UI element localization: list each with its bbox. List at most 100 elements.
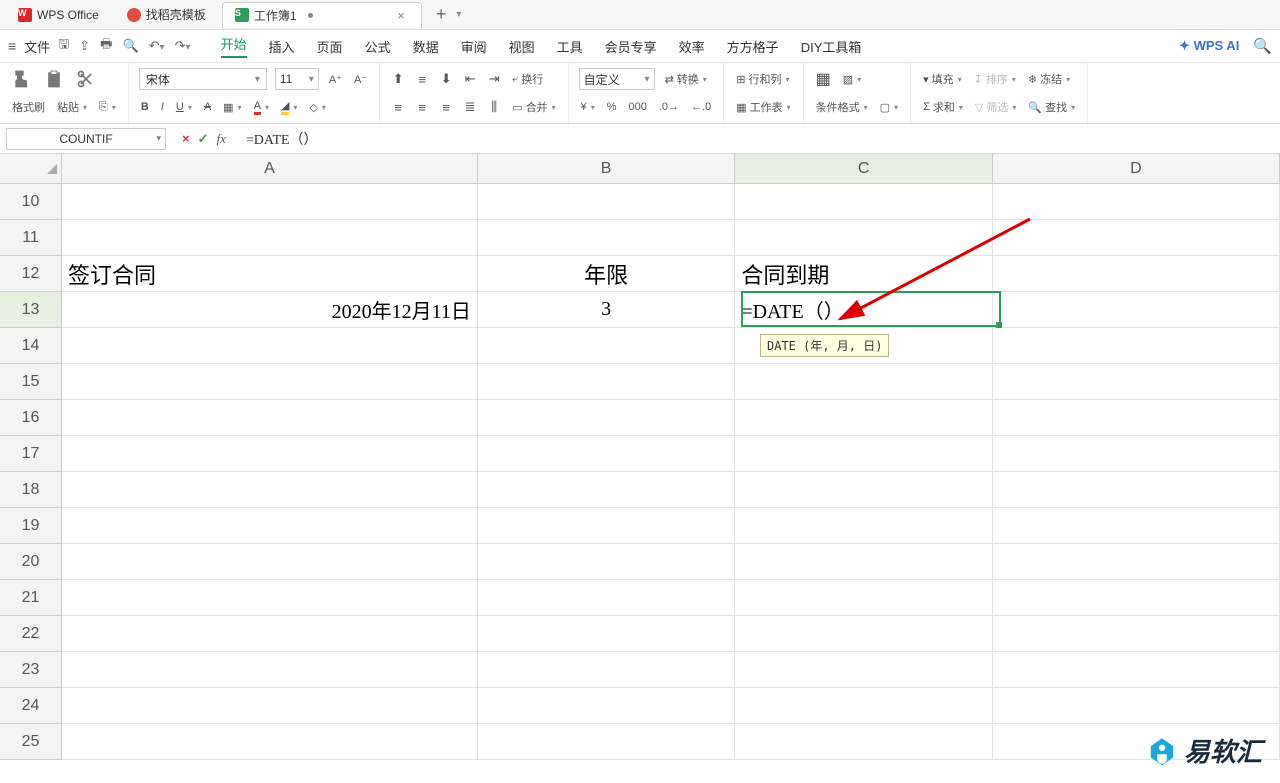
cell-B17[interactable] bbox=[478, 436, 735, 471]
cut-icon[interactable] bbox=[74, 68, 98, 90]
align-left-icon[interactable]: ≡ bbox=[390, 99, 406, 115]
cell-D19[interactable] bbox=[993, 508, 1280, 543]
confirm-formula-button[interactable]: ✓ bbox=[198, 131, 209, 147]
cell-C15[interactable] bbox=[735, 364, 992, 399]
cond-format-button[interactable]: 条件格式▾ bbox=[814, 98, 870, 116]
table-style-icon[interactable]: ▦ bbox=[814, 68, 833, 90]
col-header-C[interactable]: C bbox=[735, 154, 992, 183]
row-headers[interactable]: 10111213141516171819202122232425 bbox=[0, 184, 62, 760]
col-header-B[interactable]: B bbox=[478, 154, 735, 183]
menu-page[interactable]: 页面 bbox=[317, 37, 343, 56]
row-header-17[interactable]: 17 bbox=[0, 436, 61, 472]
cell-C23[interactable] bbox=[735, 652, 992, 687]
name-box[interactable]: COUNTIF ▾ bbox=[6, 128, 166, 150]
align-bottom-icon[interactable]: ⬇ bbox=[438, 71, 454, 87]
comma-button[interactable]: 000 bbox=[627, 100, 649, 114]
col-header-D[interactable]: D bbox=[993, 154, 1280, 183]
cell-A19[interactable] bbox=[62, 508, 478, 543]
cell-D24[interactable] bbox=[993, 688, 1280, 723]
cell-B13[interactable]: 3 bbox=[478, 292, 735, 327]
cell-A22[interactable] bbox=[62, 616, 478, 651]
cell-B19[interactable] bbox=[478, 508, 735, 543]
freeze-button[interactable]: ❄ 冻结▾ bbox=[1026, 70, 1072, 88]
cell-A23[interactable] bbox=[62, 652, 478, 687]
row-header-11[interactable]: 11 bbox=[0, 220, 61, 256]
cell-B16[interactable] bbox=[478, 400, 735, 435]
cell-B25[interactable] bbox=[478, 724, 735, 759]
cell-A20[interactable] bbox=[62, 544, 478, 579]
cell-C17[interactable] bbox=[735, 436, 992, 471]
app-tab-wps[interactable]: W WPS Office bbox=[6, 4, 111, 26]
format-painter-label[interactable]: 格式刷 bbox=[10, 98, 47, 116]
fill-color-button[interactable]: ◢▾ bbox=[279, 98, 299, 116]
percent-button[interactable]: % bbox=[605, 100, 619, 114]
find-button[interactable]: 🔍 查找▾ bbox=[1026, 98, 1077, 116]
insert-function-button[interactable]: fx bbox=[217, 131, 226, 147]
tab-list-button[interactable]: ▾ bbox=[456, 9, 461, 20]
select-all-corner[interactable] bbox=[0, 154, 62, 184]
cell-D21[interactable] bbox=[993, 580, 1280, 615]
cell-A17[interactable] bbox=[62, 436, 478, 471]
cell-D23[interactable] bbox=[993, 652, 1280, 687]
decrease-font-button[interactable]: A⁻ bbox=[352, 72, 369, 87]
cell-D20[interactable] bbox=[993, 544, 1280, 579]
cell-C19[interactable] bbox=[735, 508, 992, 543]
menu-start[interactable]: 开始 bbox=[221, 34, 247, 58]
cell-B11[interactable] bbox=[478, 220, 735, 255]
menu-formula[interactable]: 公式 bbox=[365, 37, 391, 56]
undo-button[interactable]: ↶▾ bbox=[149, 38, 165, 54]
cell-A11[interactable] bbox=[62, 220, 478, 255]
cell-C20[interactable] bbox=[735, 544, 992, 579]
cell-C24[interactable] bbox=[735, 688, 992, 723]
cell-B21[interactable] bbox=[478, 580, 735, 615]
cell-A16[interactable] bbox=[62, 400, 478, 435]
cell-A25[interactable] bbox=[62, 724, 478, 759]
sum-button[interactable]: Σ 求和▾ bbox=[921, 98, 965, 116]
row-header-16[interactable]: 16 bbox=[0, 400, 61, 436]
cell-B24[interactable] bbox=[478, 688, 735, 723]
cell-D15[interactable] bbox=[993, 364, 1280, 399]
spreadsheet-grid[interactable]: ABCD 10111213141516171819202122232425 签订… bbox=[0, 154, 1280, 783]
cell-B18[interactable] bbox=[478, 472, 735, 507]
cell-B15[interactable] bbox=[478, 364, 735, 399]
styles-button[interactable]: ▨▾ bbox=[841, 72, 863, 87]
cell-C18[interactable] bbox=[735, 472, 992, 507]
cell-C12[interactable]: 合同到期 bbox=[735, 256, 992, 291]
border-button[interactable]: ▦▾ bbox=[221, 100, 243, 115]
italic-button[interactable]: I bbox=[159, 100, 166, 114]
font-name-select[interactable]: 宋体▾ bbox=[139, 68, 267, 90]
increase-font-button[interactable]: A⁺ bbox=[327, 72, 344, 87]
cell-A15[interactable] bbox=[62, 364, 478, 399]
print-icon[interactable]: 🖶 bbox=[100, 35, 112, 57]
cell-D12[interactable] bbox=[993, 256, 1280, 291]
align-top-icon[interactable]: ⬆ bbox=[390, 71, 406, 87]
row-header-22[interactable]: 22 bbox=[0, 616, 61, 652]
cell-B23[interactable] bbox=[478, 652, 735, 687]
align-right-icon[interactable]: ≡ bbox=[438, 99, 454, 115]
cell-C13[interactable]: =DATE（） bbox=[735, 292, 992, 327]
row-header-15[interactable]: 15 bbox=[0, 364, 61, 400]
cell-A21[interactable] bbox=[62, 580, 478, 615]
template-tab[interactable]: 找稻壳模板 bbox=[115, 2, 218, 27]
cell-B20[interactable] bbox=[478, 544, 735, 579]
dec-dec-button[interactable]: ←.0 bbox=[689, 100, 713, 114]
cell-D10[interactable] bbox=[993, 184, 1280, 219]
highlight-button[interactable]: ◇▾ bbox=[307, 100, 327, 115]
menu-insert[interactable]: 插入 bbox=[269, 37, 295, 56]
row-header-14[interactable]: 14 bbox=[0, 328, 61, 364]
number-format-select[interactable]: 自定义▾ bbox=[579, 68, 655, 90]
menu-ffgz[interactable]: 方方格子 bbox=[727, 37, 779, 56]
col-header-A[interactable]: A bbox=[62, 154, 478, 183]
menu-review[interactable]: 审阅 bbox=[461, 37, 487, 56]
filter-button[interactable]: ▽ 筛选▾ bbox=[973, 98, 1018, 116]
cell-D22[interactable] bbox=[993, 616, 1280, 651]
cell-C25[interactable] bbox=[735, 724, 992, 759]
align-center-icon[interactable]: ≡ bbox=[414, 99, 430, 115]
strike-button[interactable]: A bbox=[202, 100, 213, 114]
paste-label[interactable]: 粘贴▾ bbox=[55, 98, 89, 116]
paste-icon[interactable] bbox=[42, 68, 66, 90]
justify-icon[interactable]: ≣ bbox=[462, 99, 478, 115]
cell-B12[interactable]: 年限 bbox=[478, 256, 735, 291]
cell-C21[interactable] bbox=[735, 580, 992, 615]
menu-tools[interactable]: 工具 bbox=[557, 37, 583, 56]
